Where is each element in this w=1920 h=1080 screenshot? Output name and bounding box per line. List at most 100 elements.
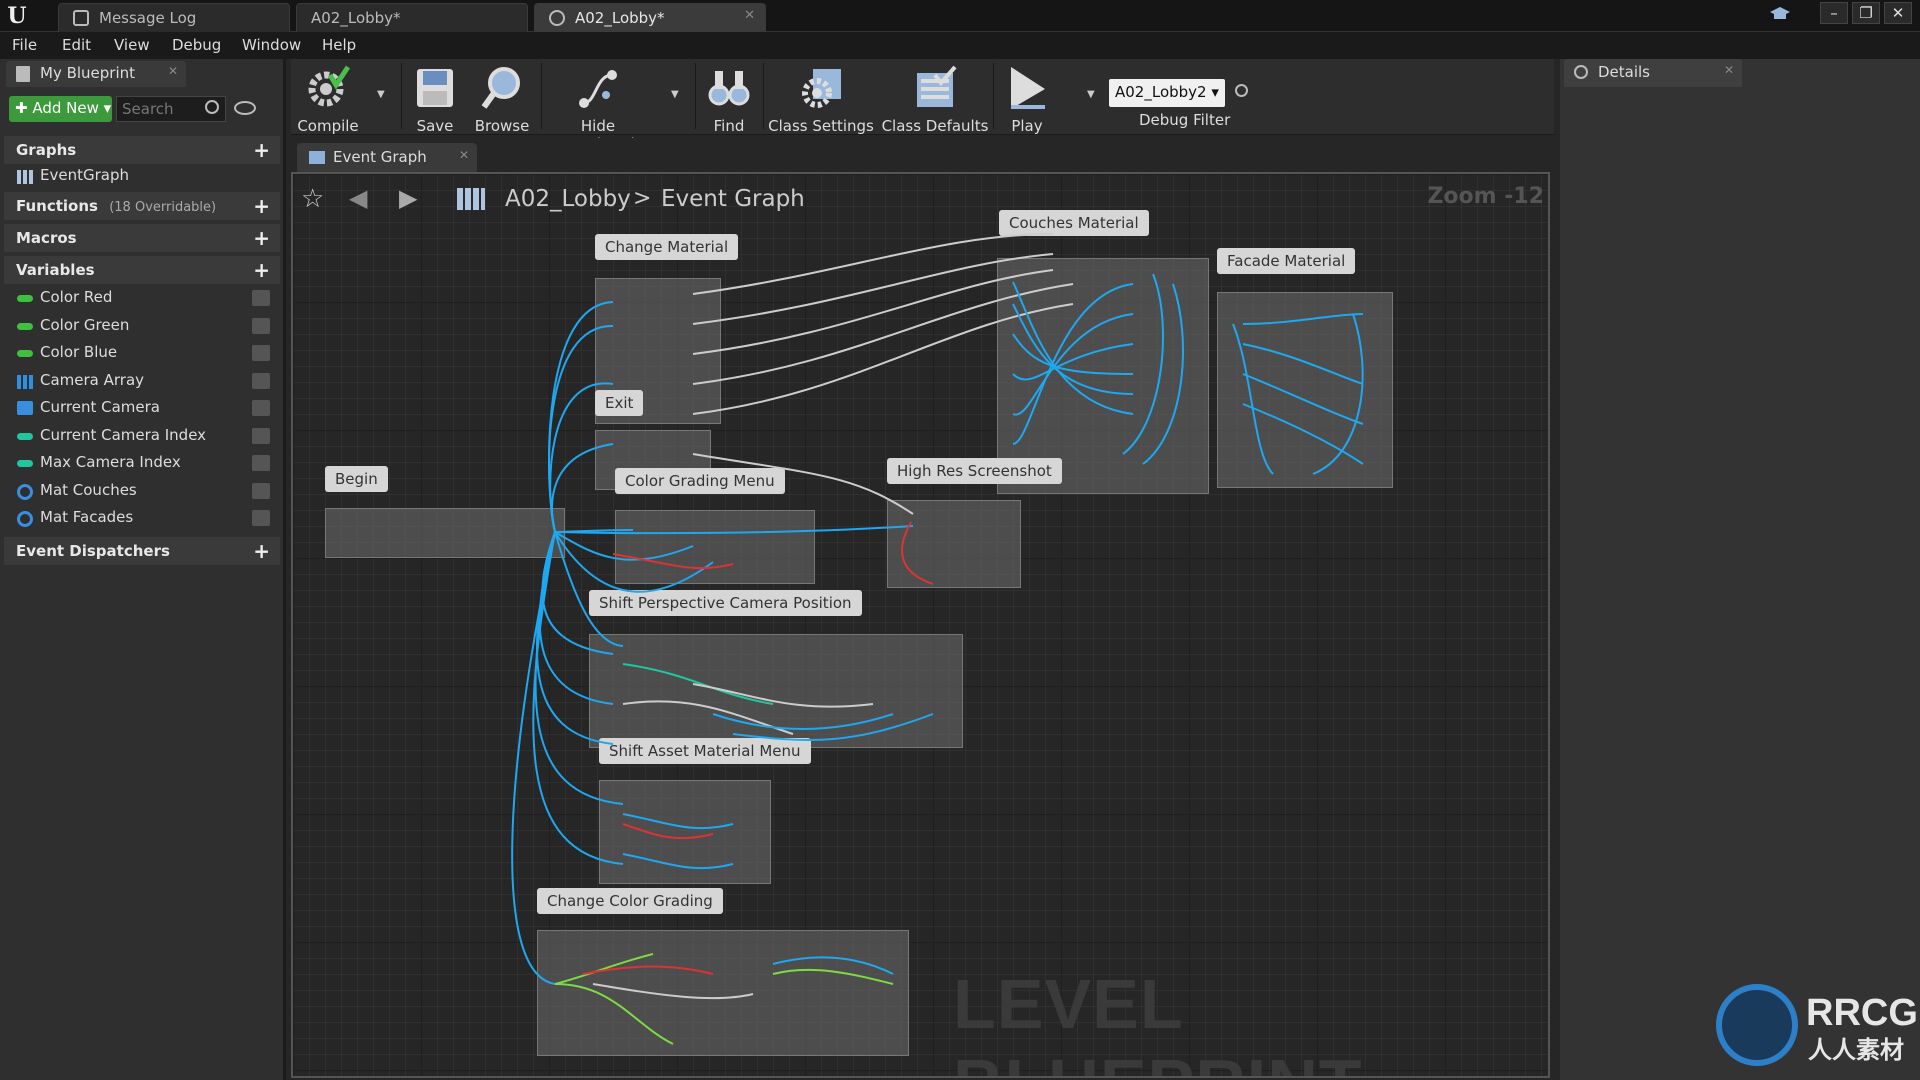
menu-edit[interactable]: Edit	[62, 36, 91, 54]
variable-item[interactable]: Current Camera Index	[14, 423, 276, 450]
unreal-logo-icon[interactable]: U	[4, 3, 30, 29]
debug-filter-select[interactable]: A02_Lobby2 ▾	[1109, 79, 1225, 107]
separator	[695, 63, 696, 129]
visibility-eye-icon[interactable]	[252, 290, 270, 306]
visibility-eye-icon[interactable]	[252, 455, 270, 471]
hide-unrelated-nodes-icon	[579, 70, 617, 108]
variable-item[interactable]: Max Camera Index	[14, 450, 276, 477]
tab-label: My Blueprint	[40, 64, 136, 82]
compile-options-dropdown-icon[interactable]: ▼	[377, 89, 385, 100]
class-settings-button[interactable]: Class Settings	[765, 61, 877, 135]
star-icon[interactable]: ☆	[301, 184, 324, 214]
play-button[interactable]: Play	[995, 61, 1059, 135]
tab-message-log[interactable]: Message Log	[58, 3, 290, 32]
play-options-dropdown-icon[interactable]: ▼	[1087, 89, 1095, 100]
variable-item[interactable]: Mat Facades	[14, 505, 276, 532]
details-tab[interactable]: Details ✕	[1564, 59, 1742, 87]
my-blueprint-tab[interactable]: My Blueprint ✕	[6, 61, 186, 87]
save-button[interactable]: Save	[403, 61, 467, 135]
separator	[993, 63, 994, 129]
menu-debug[interactable]: Debug	[172, 36, 221, 54]
close-icon[interactable]: ✕	[459, 148, 469, 162]
section-graphs[interactable]: Graphs +	[4, 136, 280, 164]
tab-a02-lobby-2[interactable]: A02_Lobby* ✕	[534, 3, 766, 32]
graph-item-eventgraph[interactable]: EventGraph	[14, 163, 276, 190]
variable-name: Color Green	[40, 315, 130, 334]
menu-view[interactable]: View	[114, 36, 150, 54]
find-button[interactable]: Find	[697, 61, 761, 135]
menu-file[interactable]: File	[12, 36, 37, 54]
add-variable-icon[interactable]: +	[253, 258, 270, 282]
section-macros[interactable]: Macros +	[4, 224, 280, 252]
section-variables[interactable]: Variables +	[4, 256, 280, 284]
variable-name: Current Camera	[40, 398, 160, 416]
add-new-button[interactable]: ✚ Add New ▾	[9, 96, 112, 122]
close-icon[interactable]: ✕	[744, 8, 755, 23]
variable-name: Color Blue	[40, 343, 118, 361]
zoom-indicator: Zoom -12	[1427, 184, 1544, 209]
hide-unrelated-button[interactable]: Hide Unrelated	[543, 61, 653, 153]
variable-item[interactable]: Mat Couches	[14, 478, 276, 505]
blueprint-wires	[511, 233, 1364, 1045]
section-event-dispatchers[interactable]: Event Dispatchers +	[4, 537, 280, 565]
debug-search-icon[interactable]	[1235, 84, 1248, 97]
menu-bar: File Edit View Debug Window Help	[0, 32, 1920, 59]
graph-icon	[457, 188, 485, 210]
variable-name: Mat Couches	[40, 480, 137, 499]
tab-a02-lobby-1[interactable]: A02_Lobby*	[296, 3, 528, 32]
visibility-eye-icon[interactable]	[252, 427, 270, 444]
view-options-eye-icon[interactable]	[234, 101, 256, 115]
back-arrow-icon[interactable]: ◀	[349, 184, 367, 212]
chevron-down-icon: ▾	[1211, 83, 1219, 101]
variable-item[interactable]: Color Green	[14, 313, 276, 340]
tab-label: A02_Lobby*	[575, 9, 665, 27]
variable-item[interactable]: Camera Array	[14, 368, 276, 395]
restore-icon[interactable]: ❐	[1852, 2, 1880, 24]
rrcg-logo-subtext: 人人素材	[1808, 1036, 1904, 1064]
my-blueprint-panel: My Blueprint ✕ ✚ Add New ▾ Search Graphs…	[0, 59, 286, 1080]
visibility-eye-icon[interactable]	[252, 482, 270, 499]
browse-button[interactable]: Browse	[467, 61, 537, 135]
variable-name: Color Red	[40, 288, 113, 306]
graduation-cap-icon[interactable]	[1770, 6, 1790, 22]
event-graph-icon	[309, 151, 325, 164]
compile-button[interactable]: Compile	[291, 61, 365, 135]
visibility-eye-icon[interactable]	[252, 372, 270, 389]
close-icon[interactable]: ✕	[1724, 63, 1734, 77]
variable-item[interactable]: Color Blue	[14, 340, 276, 367]
message-log-icon	[73, 10, 89, 26]
visibility-eye-icon[interactable]	[252, 400, 270, 416]
close-icon[interactable]: ✕	[168, 64, 178, 78]
forward-arrow-icon[interactable]: ▶	[399, 184, 417, 212]
menu-window[interactable]: Window	[242, 36, 301, 54]
breadcrumb-root[interactable]: A02_Lobby	[505, 186, 631, 212]
minimize-icon[interactable]: –	[1820, 2, 1848, 24]
breadcrumb-separator: >	[633, 186, 652, 211]
hide-unrelated-dropdown-icon[interactable]: ▼	[671, 89, 679, 100]
section-functions[interactable]: Functions (18 Overridable) +	[4, 192, 280, 220]
add-dispatcher-icon[interactable]: +	[253, 539, 270, 563]
rrcg-logo-icon	[1716, 984, 1798, 1066]
menu-help[interactable]: Help	[322, 36, 356, 54]
separator	[541, 63, 542, 129]
add-function-icon[interactable]: +	[253, 194, 270, 218]
breadcrumb-current: Event Graph	[661, 186, 805, 212]
variable-item[interactable]: Current Camera	[14, 395, 276, 422]
close-window-icon[interactable]: ✕	[1884, 2, 1912, 24]
search-icon[interactable]	[205, 100, 219, 114]
class-defaults-button[interactable]: Class Defaults	[879, 61, 991, 135]
level-icon	[549, 10, 565, 26]
graph-canvas[interactable]: LEVEL BLUEPRINT Change Material Couches …	[291, 172, 1550, 1078]
variable-item[interactable]: Color Red	[14, 285, 276, 312]
variable-type-pill-icon	[17, 295, 33, 302]
rrcg-logo-text: RRCG	[1806, 992, 1918, 1034]
visibility-eye-icon[interactable]	[252, 345, 270, 361]
add-graph-icon[interactable]: +	[253, 138, 270, 162]
visibility-eye-icon[interactable]	[252, 317, 270, 334]
add-macro-icon[interactable]: +	[253, 226, 270, 250]
details-info-icon	[1574, 65, 1588, 79]
tab-event-graph[interactable]: Event Graph ✕	[297, 143, 477, 172]
visibility-eye-icon[interactable]	[252, 510, 270, 526]
class-defaults-checklist-icon	[917, 65, 957, 107]
variable-name: Current Camera Index	[40, 425, 207, 444]
